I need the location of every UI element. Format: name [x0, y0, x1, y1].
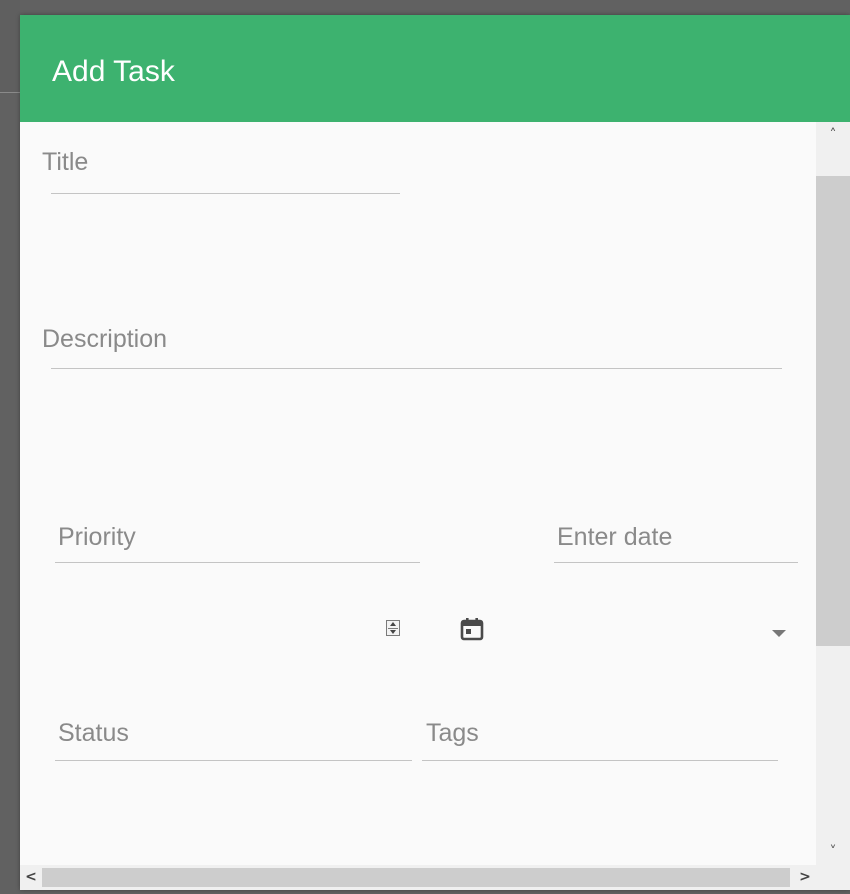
title-label: Title [42, 148, 89, 176]
dialog-header: Add Task [20, 15, 850, 122]
scrollbar-corner [816, 865, 850, 890]
priority-underline [55, 562, 420, 563]
priority-label: Priority [58, 523, 136, 551]
tags-underline [422, 760, 778, 761]
vertical-scrollbar[interactable]: ˄ ˅ [816, 122, 850, 865]
scroll-right-icon[interactable]: > [794, 865, 816, 890]
description-label: Description [42, 325, 168, 353]
dropdown-arrow-icon[interactable] [772, 630, 786, 637]
spinner-divider [388, 628, 398, 629]
title-underline [51, 193, 400, 194]
description-field[interactable]: Description [20, 302, 800, 372]
tags-field[interactable]: Tags [422, 692, 778, 762]
horizontal-scroll-thumb[interactable] [42, 868, 790, 887]
dialog-content: Title Description Priority Enter date St… [20, 122, 816, 865]
scroll-up-icon[interactable]: ˄ [816, 122, 850, 148]
scroll-left-icon[interactable]: < [20, 865, 42, 890]
add-task-dialog: Add Task Title Description Priority Ente… [20, 15, 850, 890]
date-underline [554, 562, 798, 563]
number-spinner-icon[interactable] [386, 620, 400, 636]
background-window [0, 0, 20, 92]
date-select[interactable]: Enter date [554, 494, 798, 564]
title-field[interactable]: Title [20, 122, 420, 202]
date-placeholder: Enter date [557, 523, 673, 551]
spinner-down-icon[interactable] [390, 630, 396, 634]
spinner-up-icon[interactable] [390, 622, 396, 626]
horizontal-scrollbar[interactable]: < > [20, 865, 816, 890]
background-divider [0, 92, 20, 93]
priority-field[interactable]: Priority [20, 494, 420, 564]
status-label: Status [58, 719, 129, 747]
tags-label: Tags [426, 719, 479, 747]
status-field[interactable]: Status [20, 692, 412, 762]
description-underline [51, 368, 782, 369]
status-underline [55, 760, 412, 761]
vertical-scroll-thumb[interactable] [816, 176, 850, 646]
calendar-icon[interactable] [460, 617, 484, 641]
scroll-down-icon[interactable]: ˅ [816, 839, 850, 865]
dialog-title: Add Task [52, 55, 175, 88]
